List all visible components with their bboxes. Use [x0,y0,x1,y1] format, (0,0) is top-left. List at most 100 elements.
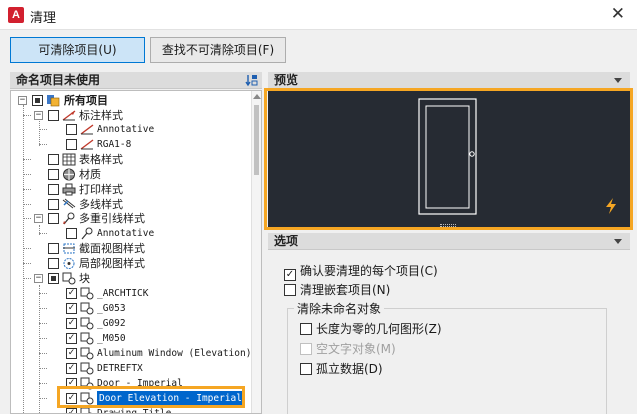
tree-row-multiline-styles[interactable]: 多线样式 [11,197,261,212]
block-icon [80,347,94,360]
tree-row-materials[interactable]: 材质 [11,167,261,182]
material-sphere-icon [63,168,75,181]
chevron-down-icon[interactable] [614,239,622,244]
preview-panel-title: 预览 [274,73,299,87]
scroll-thumb[interactable] [254,105,259,175]
tree-row-rga[interactable]: RGA1-8 [11,137,261,152]
collapse-toggle[interactable]: − [18,96,27,105]
tree-vertical-scrollbar[interactable] [251,91,261,413]
tree-checkbox[interactable] [48,169,59,180]
splitter-handle[interactable] [440,224,456,227]
block-icon [80,362,94,375]
group-title: 清除未命名对象 [294,300,385,317]
close-icon[interactable]: ✕ [611,4,625,24]
confirm-each-item-checkbox[interactable]: ✓ 确认要清理的每个项目(C) [284,264,438,281]
collapse-toggle[interactable]: − [34,111,43,120]
purge-tree[interactable]: − 所有项目 − 标注样式 Annotative RGA1-8 表格样式 材质 … [10,90,262,414]
tab-purgeable-items[interactable]: 可清除项目(U) [10,37,145,63]
tree-row-block-item[interactable]: ✓ _ARCHTICK [11,286,261,301]
tree-checkbox[interactable]: ✓ [66,363,77,374]
tree-label: 材质 [79,168,101,181]
empty-text-objects-checkbox: 空文字对象(M) [300,342,396,356]
sort-icon[interactable] [245,73,259,87]
checkbox-box[interactable] [300,363,312,375]
tree-checkbox[interactable]: ✓ [66,303,77,314]
options-panel-title: 选项 [274,234,299,248]
tree-row-annotative-mleader[interactable]: Annotative [11,226,261,241]
tree-connector [23,248,31,249]
tree-checkbox[interactable] [48,110,59,121]
tree-checkbox[interactable] [48,199,59,210]
tree-row-annotative-dim[interactable]: Annotative [11,122,261,137]
tree-checkbox[interactable] [48,184,59,195]
tree-connector [23,189,31,190]
tree-checkbox[interactable] [66,228,77,239]
tree-checkbox[interactable] [66,139,77,150]
tab-non-purgeable-items[interactable]: 查找不可清除项目(F) [150,37,286,63]
tree-label: Aluminum Window (Elevation) [97,348,252,359]
tree-connector [39,233,47,234]
window-title: 清理 [30,11,57,26]
tree-connector [39,338,47,339]
drawing-items-icon [47,95,60,107]
tree-row-dimension-styles[interactable]: − 标注样式 [11,108,261,123]
chevron-down-icon[interactable] [614,78,622,83]
tree-checkbox[interactable]: ✓ [66,348,77,359]
tree-checkbox[interactable] [48,243,59,254]
purge-nested-items-checkbox[interactable]: 清理嵌套项目(N) [284,283,390,297]
collapse-toggle[interactable]: − [34,214,43,223]
block-icon [80,407,92,413]
checkbox-box[interactable]: ✓ [284,269,296,281]
block-icon [80,377,94,390]
tree-checkbox[interactable]: ✓ [66,393,77,404]
tree-checkbox[interactable]: ✓ [66,318,77,329]
orphaned-data-checkbox[interactable]: 孤立数据(D) [300,362,383,376]
tree-connector [23,174,31,175]
tree-row-blocks[interactable]: − 块 [11,271,261,286]
tree-checkbox[interactable]: ✓ [66,288,77,299]
tree-row-block-item[interactable]: ✓ _M050 [11,331,261,346]
tree-label: _G092 [97,318,126,329]
tree-row-block-item-selected[interactable]: ✓ Door Elevation - Imperial [11,391,261,406]
scroll-up-arrow-icon[interactable] [253,94,261,99]
tree-connector [23,218,31,219]
tree-label: DETREFTX [97,363,143,374]
tree-connector [39,398,47,399]
tree-row-section-view-styles[interactable]: 截面视图样式 [11,241,261,256]
tree-checkbox[interactable] [48,258,59,269]
zero-length-geometry-checkbox[interactable]: 长度为零的几何图形(Z) [300,322,442,336]
tree-checkbox[interactable]: ✓ [66,408,77,413]
block-icon [62,272,76,285]
tree-label: 多线样式 [79,198,123,211]
checkbox-box[interactable] [300,323,312,335]
tree-row-block-item[interactable]: ✓ Drawing Title [11,406,261,414]
tree-row-multileader-styles[interactable]: − 多重引线样式 [11,211,261,226]
tree-checkbox[interactable] [48,213,59,224]
tree-label: Annotative [97,124,155,135]
collapse-toggle[interactable]: − [34,274,43,283]
tree-checkbox[interactable] [48,154,59,165]
tree-row-table-styles[interactable]: 表格样式 [11,152,261,167]
tree-row-block-item[interactable]: ✓ _G053 [11,301,261,316]
tree-row-detail-view-styles[interactable]: 局部视图样式 [11,256,261,271]
tree-checkbox[interactable] [48,273,59,284]
tree-checkbox[interactable]: ✓ [66,333,77,344]
preview-panel-header[interactable]: 预览 [268,72,630,89]
tree-checkbox[interactable]: ✓ [66,378,77,389]
tree-row-all-items[interactable]: − 所有项目 [11,93,261,108]
tree-row-block-item[interactable]: ✓ _G092 [11,316,261,331]
block-icon [80,302,94,315]
table-style-icon [62,153,76,166]
options-panel-header[interactable]: 选项 [268,233,630,250]
tree-checkbox[interactable] [32,95,43,106]
tree-label: 打印样式 [79,183,123,196]
checkbox-box[interactable] [284,284,296,296]
checkbox-box [300,343,312,355]
tree-row-block-item[interactable]: ✓ DETREFTX [11,361,261,376]
tree-label: Drawing Title [97,408,172,414]
tree-checkbox[interactable] [66,124,77,135]
block-preview [268,91,630,227]
tree-row-block-item[interactable]: ✓ Door - Imperial [11,376,261,391]
tree-row-block-item[interactable]: ✓ Aluminum Window (Elevation) [11,346,261,361]
tree-row-plot-styles[interactable]: 打印样式 [11,182,261,197]
